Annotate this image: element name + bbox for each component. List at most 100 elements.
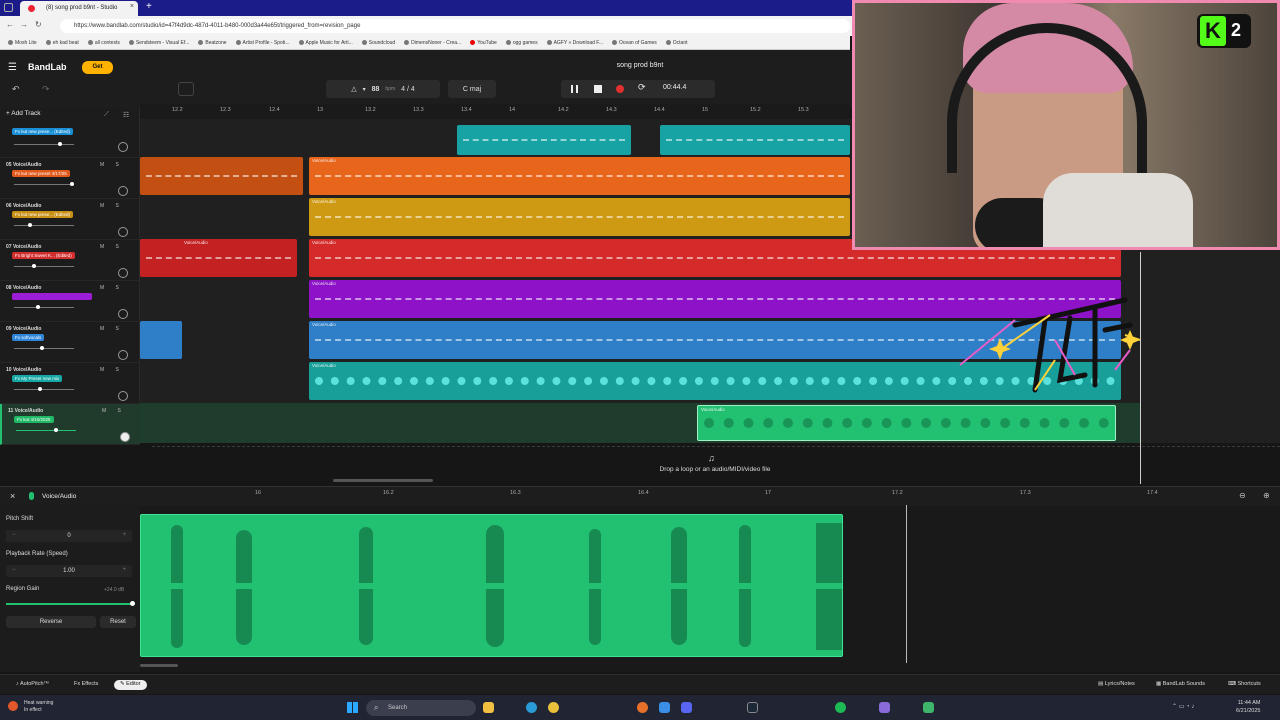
bookmark-item[interactable]: Artist Profile - Spoti...: [235, 40, 290, 46]
volume-slider[interactable]: [14, 142, 74, 146]
spotify-icon[interactable]: [835, 702, 846, 713]
autopitch-button[interactable]: ♪ AutoPitch™: [10, 680, 55, 690]
browser-tab-active[interactable]: (8) song prod b9nt - Studio ×: [20, 1, 138, 16]
bookmark-item[interactable]: Octant: [665, 40, 688, 46]
pause-icon[interactable]: [571, 85, 578, 93]
redo-icon[interactable]: ↷: [42, 84, 50, 95]
audio-region[interactable]: [457, 125, 631, 155]
add-track-button[interactable]: + Add Track: [6, 110, 66, 122]
song-title[interactable]: song prod b9nt: [560, 62, 720, 69]
active-app-icon[interactable]: [659, 702, 670, 713]
volume-slider[interactable]: [14, 264, 74, 268]
bookmark-item[interactable]: Ocean of Games: [611, 40, 657, 46]
audio-region[interactable]: [140, 157, 303, 195]
automation-icon[interactable]: ⟋: [104, 111, 109, 119]
pan-dial-icon[interactable]: [120, 432, 130, 442]
reverse-button[interactable]: Reverse: [6, 616, 96, 628]
minus-icon[interactable]: −: [12, 532, 16, 538]
bookmark-item[interactable]: all contests: [87, 40, 120, 46]
browser-menu-icon[interactable]: [4, 3, 13, 12]
track-fx-badge[interactable]: Fx softvocals: [12, 334, 45, 341]
chevron-down-icon[interactable]: ▾: [363, 86, 366, 93]
mute-solo-buttons[interactable]: M S: [100, 203, 124, 209]
track-settings-icon[interactable]: ☷: [123, 111, 129, 119]
app-icon[interactable]: [879, 702, 890, 713]
volume-knob[interactable]: [38, 387, 42, 391]
track-fx-badge[interactable]: Fx kut new prese... (Edited): [12, 128, 74, 135]
plus-icon[interactable]: +: [122, 567, 126, 573]
pan-dial-icon[interactable]: [118, 186, 128, 196]
url-bar[interactable]: https://www.bandlab.com/studio/id=47f4d9…: [60, 19, 850, 33]
get-membership-button[interactable]: Get: [82, 61, 113, 74]
hamburger-menu-icon[interactable]: ☰: [8, 62, 17, 73]
pan-dial-icon[interactable]: [118, 391, 128, 401]
pan-dial-icon[interactable]: [118, 227, 128, 237]
app-icon[interactable]: [923, 702, 934, 713]
volume-knob[interactable]: [32, 264, 36, 268]
mute-solo-buttons[interactable]: M S: [100, 367, 124, 373]
edge-icon[interactable]: [526, 702, 537, 713]
bookmark-item[interactable]: DimensNoner - Crea...: [404, 40, 461, 46]
effects-button[interactable]: Fx Effects: [68, 680, 104, 690]
pan-dial-icon[interactable]: [118, 309, 128, 319]
volume-slider[interactable]: [16, 428, 76, 432]
record-icon[interactable]: [616, 85, 624, 93]
track-row[interactable]: 09 Voice/Audio M S Fx softvocals: [0, 322, 140, 363]
bandlab-sounds-button[interactable]: ▦ BandLab Sounds: [1150, 680, 1211, 690]
horizontal-scrollbar[interactable]: [333, 479, 433, 482]
volume-knob[interactable]: [36, 305, 40, 309]
volume-slider[interactable]: [14, 223, 74, 227]
bookmark-item[interactable]: Soundcloud: [361, 40, 395, 46]
bookmark-item[interactable]: ogg games: [505, 40, 538, 46]
track-row[interactable]: Fx kut new prese... (Edited): [0, 124, 140, 158]
slider-knob[interactable]: [130, 601, 135, 606]
chrome-icon[interactable]: [548, 702, 559, 713]
tab-close-icon[interactable]: ×: [130, 3, 134, 10]
bookmark-item[interactable]: Mosh Lite: [8, 40, 37, 46]
taskbar-clock[interactable]: 11:44 AM 6/21/2025: [1236, 699, 1260, 715]
track-fx-badge[interactable]: [12, 293, 92, 300]
plus-icon[interactable]: +: [122, 532, 126, 538]
bookmark-item[interactable]: YouTube: [470, 40, 497, 46]
editor-audio-region[interactable]: [140, 514, 843, 657]
bookmark-item[interactable]: eh kad beat: [45, 40, 79, 46]
track-fx-badge[interactable]: Fx kut new prese... (Edited): [12, 211, 74, 218]
firefox-icon[interactable]: [637, 702, 648, 713]
audio-region[interactable]: [140, 321, 182, 359]
forward-icon[interactable]: →: [20, 20, 28, 29]
bandlab-logo[interactable]: BandLab: [28, 62, 67, 72]
track-row-selected[interactable]: 11 Voice/Audio M S Fx kut 4/10/2025: [0, 404, 140, 445]
metronome-box-icon[interactable]: [178, 82, 194, 96]
audio-region[interactable]: Voice/Audio: [309, 157, 850, 195]
taskbar-search[interactable]: ⌕ Search: [366, 700, 476, 716]
track-row[interactable]: 07 Voice/Audio M S Fx Bright Sweet K... …: [0, 240, 140, 281]
mute-solo-buttons[interactable]: M S: [100, 285, 124, 291]
pitch-shift-stepper[interactable]: − 0 +: [6, 530, 132, 542]
discord-icon[interactable]: [681, 702, 692, 713]
minus-icon[interactable]: −: [12, 567, 16, 573]
zoom-out-icon[interactable]: ⊖: [1239, 491, 1246, 500]
volume-slider[interactable]: [14, 305, 74, 309]
editor-playhead[interactable]: [906, 505, 907, 663]
shortcuts-button[interactable]: ⌨ Shortcuts: [1222, 680, 1267, 690]
reload-icon[interactable]: ↻: [35, 20, 42, 29]
system-tray-icons[interactable]: ⌃ ▭ ◔ ♪: [1172, 703, 1194, 710]
drop-zone[interactable]: [152, 446, 1280, 482]
audio-region[interactable]: Voice/Audio: [140, 239, 297, 277]
weather-widget[interactable]: Heat warning In effect: [24, 700, 53, 714]
new-tab-icon[interactable]: +: [146, 1, 152, 12]
pan-dial-icon[interactable]: [118, 268, 128, 278]
mute-solo-buttons[interactable]: M S: [100, 162, 124, 168]
mute-solo-buttons[interactable]: M S: [100, 244, 124, 250]
track-row[interactable]: 05 Voice/Audio M S Fx kut new preset 4/1…: [0, 158, 140, 199]
volume-slider[interactable]: [14, 387, 74, 391]
track-row[interactable]: 06 Voice/Audio M S Fx kut new prese... (…: [0, 199, 140, 240]
close-icon[interactable]: ×: [10, 491, 15, 501]
volume-knob[interactable]: [58, 142, 62, 146]
zoom-in-icon[interactable]: ⊕: [1263, 491, 1270, 500]
file-explorer-icon[interactable]: [483, 702, 494, 713]
bookmark-item[interactable]: Beatzone: [198, 40, 227, 46]
mute-solo-buttons[interactable]: M S: [100, 326, 124, 332]
track-fx-badge[interactable]: Fx kut new preset 4/17/25: [12, 170, 70, 177]
volume-knob[interactable]: [28, 223, 32, 227]
